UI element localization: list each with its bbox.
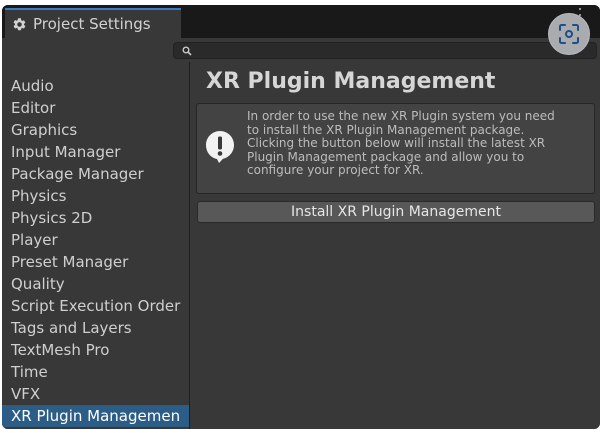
sidebar-item-quality[interactable]: Quality bbox=[2, 273, 189, 295]
help-line: In order to use the new XR Plugin system… bbox=[247, 109, 555, 123]
sidebar-item-xr-plugin-management[interactable]: XR Plugin Managemen bbox=[2, 405, 189, 427]
sidebar-item-audio[interactable]: Audio bbox=[2, 75, 189, 97]
help-line: Clicking the button below will install t… bbox=[247, 136, 546, 150]
settings-sidebar: Audio Editor Graphics Input Manager Pack… bbox=[2, 62, 190, 429]
sidebar-item-script-execution-order[interactable]: Script Execution Order bbox=[2, 295, 189, 317]
sidebar-item-input-manager[interactable]: Input Manager bbox=[2, 141, 189, 163]
help-line: Plugin Management package and allow you … bbox=[247, 149, 525, 164]
sidebar-item-graphics[interactable]: Graphics bbox=[2, 119, 189, 141]
warning-icon bbox=[206, 131, 234, 163]
sidebar-item-package-manager[interactable]: Package Manager bbox=[2, 163, 189, 185]
sidebar-item-physics[interactable]: Physics bbox=[2, 185, 189, 207]
help-message: In order to use the new XR Plugin system… bbox=[247, 109, 592, 178]
page-title: XR Plugin Management bbox=[206, 69, 496, 94]
screen-capture-button[interactable] bbox=[548, 13, 590, 55]
help-box: In order to use the new XR Plugin system… bbox=[196, 103, 595, 194]
sidebar-item-textmesh-pro[interactable]: TextMesh Pro bbox=[2, 339, 189, 361]
screen-capture-icon bbox=[559, 24, 579, 44]
sidebar-item-player[interactable]: Player bbox=[2, 229, 189, 251]
sidebar-item-tags-and-layers[interactable]: Tags and Layers bbox=[2, 317, 189, 339]
settings-content: XR Plugin Management In order to use the… bbox=[190, 62, 600, 429]
install-xr-plugin-management-button[interactable]: Install XR Plugin Management bbox=[197, 201, 595, 223]
tab-bar: Project Settings bbox=[2, 5, 600, 38]
sidebar-item-physics-2d[interactable]: Physics 2D bbox=[2, 207, 189, 229]
sidebar-item-preset-manager[interactable]: Preset Manager bbox=[2, 251, 189, 273]
tab-project-settings[interactable]: Project Settings bbox=[5, 8, 181, 38]
tab-title: Project Settings bbox=[33, 15, 151, 33]
help-line: configure your project for XR. bbox=[247, 163, 424, 177]
sidebar-item-editor[interactable]: Editor bbox=[2, 97, 189, 119]
gear-icon bbox=[13, 17, 26, 30]
project-settings-window: Project Settings Audio Editor Graphics I… bbox=[2, 5, 600, 429]
help-line: to install the XR Plugin Management pack… bbox=[247, 122, 525, 137]
toolbar bbox=[2, 38, 600, 62]
sidebar-item-time[interactable]: Time bbox=[2, 361, 189, 383]
search-icon bbox=[182, 46, 192, 56]
search-input[interactable] bbox=[173, 42, 597, 59]
sidebar-item-vfx[interactable]: VFX bbox=[2, 383, 189, 405]
